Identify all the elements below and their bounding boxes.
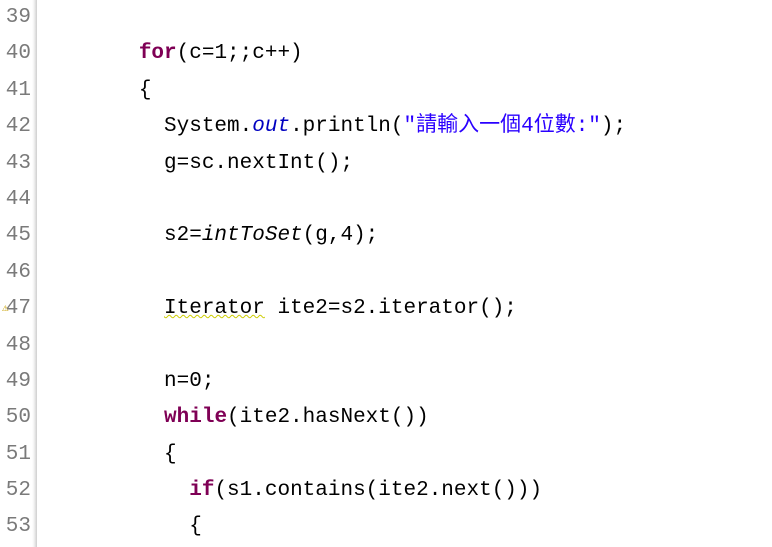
code-token: n=0; (38, 370, 214, 393)
code-line[interactable]: { (38, 437, 772, 473)
code-token: for (139, 42, 177, 65)
code-token: { (38, 515, 202, 538)
line-number: 41 (0, 73, 37, 109)
code-line[interactable] (38, 328, 772, 364)
code-line[interactable] (38, 0, 772, 36)
line-number: 46 (0, 255, 37, 291)
code-line[interactable]: { (38, 509, 772, 545)
line-number: 48 (0, 328, 37, 364)
line-number: 42 (0, 109, 37, 145)
code-token: ite2=s2.iterator(); (265, 297, 517, 320)
code-line[interactable]: g=sc.nextInt(); (38, 146, 772, 182)
code-token: while (164, 406, 227, 429)
line-number: 52 (0, 473, 37, 509)
code-editor: 3940414243444546⚠47484950515253 for(c=1;… (0, 0, 772, 547)
line-number-gutter: 3940414243444546⚠47484950515253 (0, 0, 38, 547)
code-token: intToSet (202, 224, 303, 247)
code-token: if (189, 479, 214, 502)
line-number: 49 (0, 364, 37, 400)
code-token: Iterator (164, 297, 265, 320)
code-line[interactable]: Iterator ite2=s2.iterator(); (38, 291, 772, 327)
line-number: 51 (0, 437, 37, 473)
code-token (38, 479, 189, 502)
code-token: s2= (38, 224, 202, 247)
line-number: 39 (0, 0, 37, 36)
warning-indicator-icon: ⚠ (2, 301, 9, 315)
code-line[interactable]: for(c=1;;c++) (38, 36, 772, 72)
code-line[interactable]: if(s1.contains(ite2.next())) (38, 473, 772, 509)
code-token: (g,4); (303, 224, 379, 247)
line-number: 45 (0, 218, 37, 254)
code-token: "請輸入一個4位數:" (403, 115, 600, 138)
code-area[interactable]: for(c=1;;c++) { System.out.println("請輸入一… (38, 0, 772, 547)
code-token: ); (601, 115, 626, 138)
code-line[interactable]: n=0; (38, 364, 772, 400)
code-token: { (38, 443, 177, 466)
code-token: (c=1;;c++) (177, 42, 303, 65)
code-token: { (38, 79, 151, 102)
code-line[interactable]: while(ite2.hasNext()) (38, 400, 772, 436)
code-token (38, 406, 164, 429)
code-token (38, 297, 164, 320)
code-token (38, 42, 139, 65)
code-token: (s1.contains(ite2.next())) (214, 479, 542, 502)
code-line[interactable]: s2=intToSet(g,4); (38, 218, 772, 254)
line-number: 44 (0, 182, 37, 218)
line-number: 40 (0, 36, 37, 72)
code-token: .println( (290, 115, 403, 138)
code-line[interactable]: System.out.println("請輸入一個4位數:"); (38, 109, 772, 145)
code-token: g=sc.nextInt(); (38, 152, 353, 175)
line-number: 53 (0, 509, 37, 545)
code-line[interactable] (38, 182, 772, 218)
line-number: 50 (0, 400, 37, 436)
code-line[interactable]: { (38, 73, 772, 109)
line-number: 43 (0, 146, 37, 182)
code-line[interactable] (38, 255, 772, 291)
code-token: System. (38, 115, 252, 138)
code-token: (ite2.hasNext()) (227, 406, 429, 429)
code-token: out (252, 115, 290, 138)
